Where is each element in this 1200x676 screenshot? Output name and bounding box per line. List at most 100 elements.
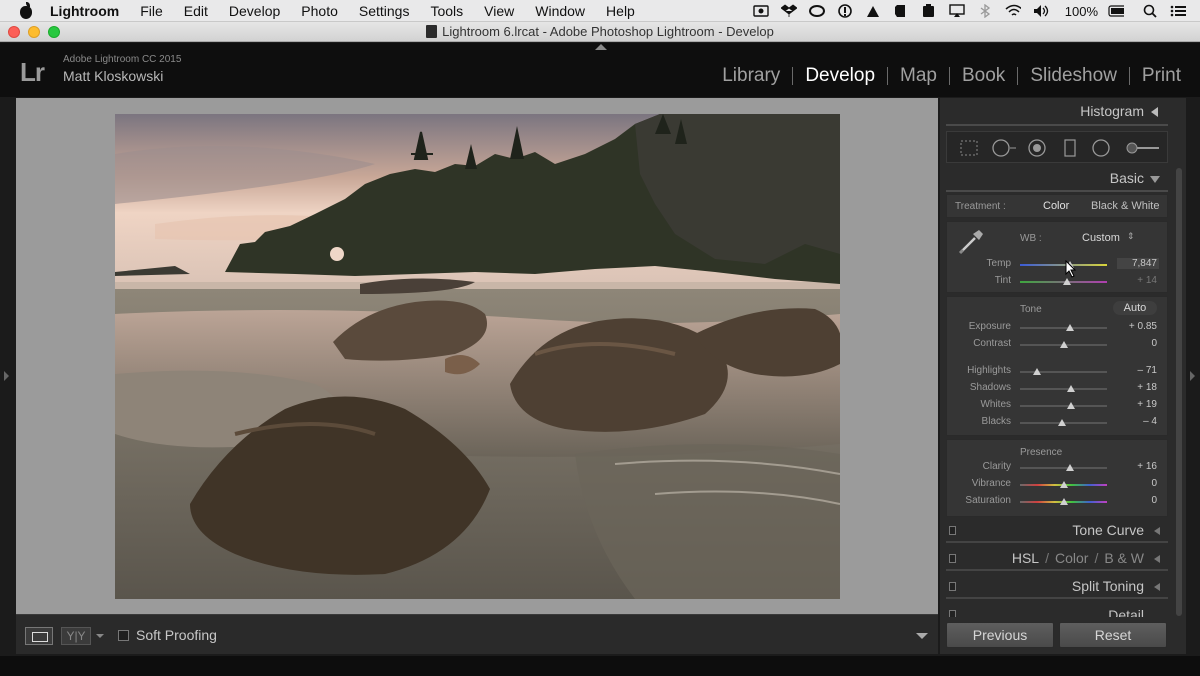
menu-app-name[interactable]: Lightroom [50,3,119,19]
module-slideshow[interactable]: Slideshow [1030,65,1117,87]
before-after-button[interactable]: Y|Y [61,627,91,645]
expand-panel-icon[interactable] [1154,555,1160,563]
volume-icon[interactable] [1033,4,1049,18]
photo-preview[interactable] [115,114,840,599]
blacks-slider-thumb[interactable] [1058,419,1066,426]
clarity-slider-track[interactable] [1020,467,1107,469]
module-book[interactable]: Book [962,65,1005,87]
contrast-value[interactable]: 0 [1121,338,1157,349]
wb-preset-stepper-icon[interactable]: ⇕ [1127,231,1135,242]
menu-edit[interactable]: Edit [184,3,208,19]
battery-icon[interactable] [1108,4,1124,18]
shadows-value[interactable]: + 18 [1121,382,1157,393]
saturation-slider-thumb[interactable] [1060,498,1068,505]
exposure-value[interactable]: + 0.85 [1121,321,1157,332]
saturation-value[interactable]: 0 [1121,495,1157,506]
collapse-right-panel-icon[interactable] [1190,371,1195,381]
tone-curve-panel-header[interactable]: Tone Curve [946,519,1168,543]
tint-value[interactable]: + 14 [1121,275,1157,286]
dropbox-icon[interactable] [780,4,797,18]
info-icon[interactable] [837,4,853,18]
histogram-header[interactable]: Histogram [946,103,1168,119]
clipboard-icon[interactable] [921,4,937,18]
menu-file[interactable]: File [140,3,163,19]
apple-logo-icon[interactable] [18,1,34,19]
spotlight-search-icon[interactable] [1142,4,1158,18]
expand-panel-icon[interactable] [1154,583,1160,591]
contrast-slider-thumb[interactable] [1060,341,1068,348]
whites-value[interactable]: + 19 [1121,399,1157,410]
soft-proofing-checkbox[interactable] [118,630,129,641]
red-eye-tool-icon[interactable] [1027,139,1047,162]
loupe-view-button[interactable] [25,627,53,645]
menu-view[interactable]: View [484,3,514,19]
notification-center-icon[interactable] [1170,4,1186,18]
adjustment-brush-tool-icon[interactable] [1125,139,1161,162]
right-panel-scrollbar[interactable] [1176,168,1182,616]
menu-window[interactable]: Window [535,3,585,19]
drive-icon[interactable] [865,4,881,18]
toolbar-menu-icon[interactable] [916,633,928,639]
bluetooth-icon[interactable] [977,4,993,18]
expand-panel-icon[interactable] [1154,527,1160,535]
wb-eyedropper-icon[interactable] [957,228,985,261]
vibrance-slider-thumb[interactable] [1060,481,1068,488]
previous-button[interactable]: Previous [946,622,1054,648]
treatment-color-option[interactable]: Color [1043,200,1069,212]
zoom-window-button[interactable] [48,26,60,38]
clarity-slider-thumb[interactable] [1066,464,1074,471]
temp-value[interactable]: 7,847 [1117,258,1159,269]
creative-cloud-icon[interactable] [808,4,825,18]
minimize-window-button[interactable] [28,26,40,38]
evernote-icon[interactable] [893,4,909,18]
close-window-button[interactable] [8,26,20,38]
basic-collapse-icon[interactable] [1150,176,1160,183]
menu-settings[interactable]: Settings [359,3,410,19]
whites-slider-thumb[interactable] [1067,402,1075,409]
wifi-icon[interactable] [1005,4,1021,18]
hsl-panel-header[interactable]: HSL / Color / B & W [946,547,1168,571]
basic-panel-header[interactable]: Basic [946,170,1168,186]
highlights-value[interactable]: – 71 [1121,365,1157,376]
bw-tab[interactable]: B & W [1104,550,1144,566]
hsl-tab[interactable]: HSL [1012,550,1039,566]
graduated-filter-tool-icon[interactable] [1061,139,1079,162]
tone-auto-button[interactable]: Auto [1113,301,1157,315]
collapse-top-panel-icon[interactable] [595,44,607,50]
exposure-slider-thumb[interactable] [1066,324,1074,331]
hsl-switch[interactable] [949,554,956,563]
whites-slider-track[interactable] [1020,405,1107,407]
expand-left-panel-icon[interactable] [4,371,9,381]
color-tab[interactable]: Color [1055,550,1088,566]
blacks-value[interactable]: – 4 [1121,416,1157,427]
crop-tool-icon[interactable] [959,139,979,162]
before-after-dropdown-icon[interactable] [96,634,104,638]
treatment-bw-option[interactable]: Black & White [1091,200,1159,212]
vibrance-value[interactable]: 0 [1121,478,1157,489]
reset-button[interactable]: Reset [1059,622,1167,648]
split-toning-panel-header[interactable]: Split Toning [946,575,1168,599]
detail-switch[interactable] [949,610,956,617]
tone-curve-switch[interactable] [949,526,956,535]
menu-help[interactable]: Help [606,3,635,19]
radial-filter-tool-icon[interactable] [1091,139,1111,162]
shadows-slider-thumb[interactable] [1067,385,1075,392]
split-toning-switch[interactable] [949,582,956,591]
shadows-slider-track[interactable] [1020,388,1107,390]
detail-panel-header[interactable]: Detail [946,603,1168,617]
menu-tools[interactable]: Tools [430,3,463,19]
highlights-slider-thumb[interactable] [1033,368,1041,375]
clarity-value[interactable]: + 16 [1121,461,1157,472]
menu-photo[interactable]: Photo [301,3,338,19]
module-map[interactable]: Map [900,65,937,87]
histogram-collapse-icon[interactable] [1151,107,1158,117]
module-library[interactable]: Library [722,65,780,87]
module-develop[interactable]: Develop [805,65,875,87]
exposure-slider-track[interactable] [1020,327,1107,329]
module-print[interactable]: Print [1142,65,1181,87]
temp-slider-track[interactable] [1020,264,1107,266]
wb-preset-select[interactable]: Custom [1082,232,1120,244]
spot-removal-tool-icon[interactable] [992,139,1018,162]
screen-record-icon[interactable] [753,4,769,18]
menu-develop[interactable]: Develop [229,3,280,19]
